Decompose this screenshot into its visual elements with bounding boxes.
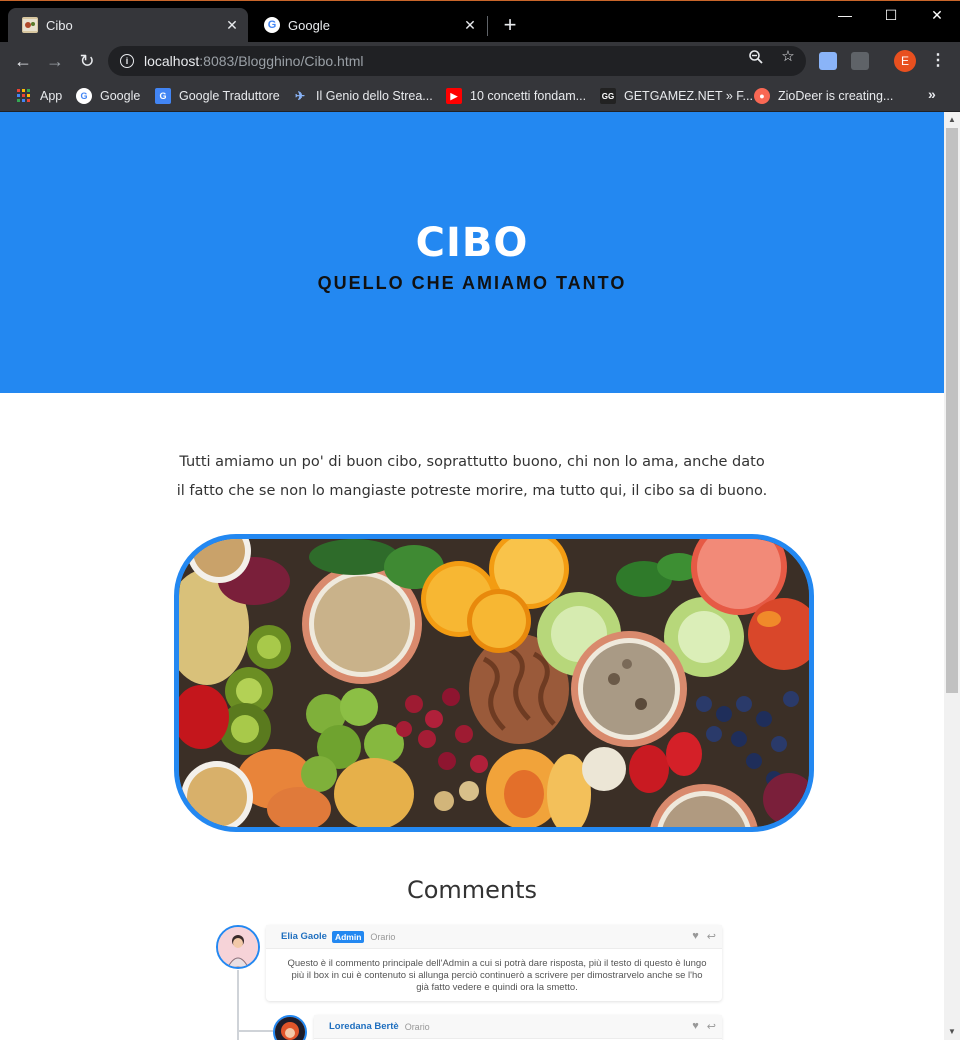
address-url: localhost:8083/Blogghino/Cibo.html <box>144 53 364 69</box>
bookmark-label: GETGAMEZ.NET » F... <box>624 89 753 103</box>
tab-title: Google <box>288 17 330 33</box>
user-avatar-illustration <box>275 1017 305 1040</box>
bookmark-ziodeer[interactable]: ● ZioDeer is creating... <box>754 86 893 106</box>
page-title: CIBO <box>415 220 529 266</box>
admin-badge: Admin <box>331 930 365 943</box>
avatar[interactable] <box>216 925 260 969</box>
bookmark-label: Il Genio dello Strea... <box>316 89 433 103</box>
bookmarks-overflow-icon[interactable]: » <box>928 86 936 102</box>
bookmark-getgamez[interactable]: GG GETGAMEZ.NET » F... <box>600 86 753 106</box>
address-bar[interactable]: i localhost:8083/Blogghino/Cibo.html <box>108 46 806 76</box>
browser-toolbar: ← → ↻ i localhost:8083/Blogghino/Cibo.ht… <box>0 42 960 80</box>
new-tab-button[interactable]: + <box>498 14 522 38</box>
reply-icon[interactable]: ↩ <box>707 930 716 943</box>
food-image <box>174 534 814 832</box>
maximize-button[interactable]: ☐ <box>868 0 914 30</box>
scroll-down-arrow-icon[interactable]: ▼ <box>944 1024 960 1040</box>
extension-cube-icon[interactable] <box>819 52 837 70</box>
bookmarks-bar: App G Google G Google Traduttore ✈ Il Ge… <box>0 80 960 112</box>
bookmark-label: ZioDeer is creating... <box>778 89 894 103</box>
zoom-icon[interactable] <box>748 49 764 65</box>
page-subtitle: QUELLO CHE AMIAMO TANTO <box>317 273 627 293</box>
gg-icon: GG <box>600 88 616 104</box>
cibo-favicon-icon <box>22 17 38 33</box>
heart-icon[interactable]: ♥ <box>692 1020 699 1033</box>
bookmark-google-traduttore[interactable]: G Google Traduttore <box>155 86 280 106</box>
tab-title: Cibo <box>46 17 73 33</box>
patreon-icon: ● <box>754 88 770 104</box>
comment-actions: ♥ ↩ <box>692 1020 716 1033</box>
close-tab-icon[interactable]: ✕ <box>222 15 242 35</box>
bookmark-genio[interactable]: ✈ Il Genio dello Strea... <box>292 86 433 106</box>
translate-icon: G <box>155 88 171 104</box>
page-viewport: CIBO QUELLO CHE AMIAMO TANTO Tutti amiam… <box>0 112 944 1040</box>
user-avatar-illustration <box>218 927 258 967</box>
comment-author[interactable]: Loredana Bertè <box>329 1021 399 1032</box>
google-favicon-icon: G <box>264 17 280 33</box>
back-arrow-icon[interactable]: ← <box>10 48 36 74</box>
bookmark-label: 10 concetti fondam... <box>470 89 587 103</box>
comment-author[interactable]: Elia Gaole <box>281 931 327 942</box>
scroll-up-arrow-icon[interactable]: ▲ <box>944 112 960 128</box>
bookmark-label: Google Traduttore <box>179 89 280 103</box>
bookmark-google[interactable]: G Google <box>76 86 140 106</box>
profile-avatar[interactable]: E <box>894 50 916 72</box>
close-window-button[interactable]: ✕ <box>914 0 960 30</box>
url-path: :8083/Blogghino/Cibo.html <box>199 53 364 69</box>
google-icon: G <box>76 88 92 104</box>
close-tab-icon[interactable]: ✕ <box>460 15 480 35</box>
comment-card: Loredana Bertè Orario ♥ ↩ <box>314 1015 722 1040</box>
site-info-icon[interactable]: i <box>120 54 134 68</box>
apps-grid-icon <box>16 88 32 104</box>
reply-icon[interactable]: ↩ <box>707 1020 716 1033</box>
bookmark-label: Google <box>100 89 141 103</box>
heart-icon[interactable]: ♥ <box>692 930 699 943</box>
reload-icon[interactable]: ↻ <box>74 48 100 74</box>
hero-banner: CIBO QUELLO CHE AMIAMO TANTO <box>0 112 944 393</box>
comment-actions: ♥ ↩ <box>692 930 716 943</box>
bookmark-app[interactable]: App <box>16 86 62 106</box>
comment-card: Elia Gaole Admin Orario ♥ ↩ Questo è il … <box>266 925 722 1001</box>
forward-arrow-icon[interactable]: → <box>42 48 68 74</box>
avatar[interactable] <box>273 1015 307 1040</box>
browser-menu-icon[interactable]: ⋮ <box>930 50 946 72</box>
scroll-thumb[interactable] <box>946 128 958 693</box>
intro-paragraph: Tutti amiamo un po' di buon cibo, soprat… <box>176 454 768 499</box>
page-scrollbar[interactable]: ▲ ▼ <box>944 112 960 1040</box>
comment-text: Questo è il commento principale dell'Adm… <box>287 958 707 993</box>
url-host: localhost <box>144 53 200 69</box>
bookmark-star-icon[interactable]: ☆ <box>780 49 796 65</box>
comment-header: Loredana Bertè Orario ♥ ↩ <box>314 1015 722 1039</box>
comment-time: Orario <box>370 931 396 942</box>
tab-google[interactable]: G Google ✕ <box>250 8 486 42</box>
bookmark-concetti[interactable]: ▶ 10 concetti fondam... <box>446 86 586 106</box>
extension-icon[interactable] <box>851 52 869 70</box>
comment-header: Elia Gaole Admin Orario ♥ ↩ <box>266 925 722 949</box>
tab-cibo[interactable]: Cibo ✕ <box>8 8 248 42</box>
tab-strip: Cibo ✕ G Google ✕ + — ☐ ✕ <box>0 0 960 42</box>
comments-heading: Comments <box>406 876 538 904</box>
bird-icon: ✈ <box>294 89 306 103</box>
tab-separator <box>487 16 488 36</box>
bookmark-label: App <box>40 89 63 103</box>
comment-time: Orario <box>404 1021 430 1032</box>
comment-thread-branch <box>237 1030 273 1032</box>
food-illustration <box>179 539 809 827</box>
youtube-icon: ▶ <box>446 88 462 104</box>
minimize-button[interactable]: — <box>822 0 868 30</box>
window-top-border <box>0 0 960 1</box>
